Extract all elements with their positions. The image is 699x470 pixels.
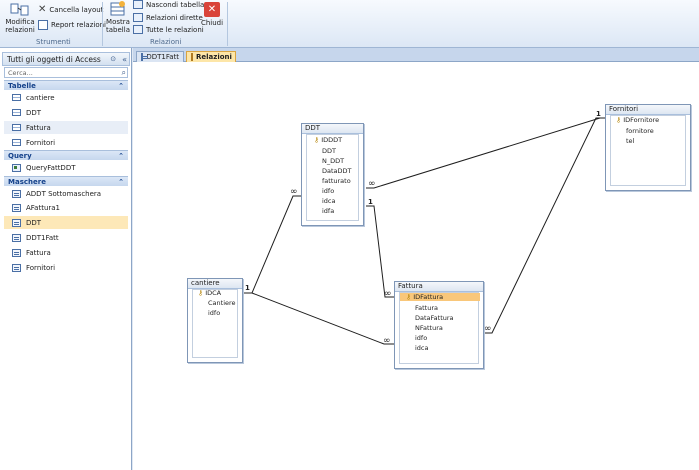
field-ddt[interactable]: DDT: [322, 147, 336, 155]
table-box-ddt[interactable]: DDT ⚷ IDDDT DDT N_DDT DataDDT fatturato …: [301, 123, 364, 226]
rel-line-fornitori-fattura: [484, 117, 605, 334]
rel-many-fattura-cantiere: ∞: [383, 336, 391, 346]
table-title-cantiere[interactable]: cantiere: [188, 279, 242, 289]
table-box-cantiere[interactable]: cantiere ⚷ IDCA Cantiere idfo: [187, 278, 243, 363]
rel-one-ddt: 1: [368, 198, 373, 206]
rel-one-fornitori: 1: [596, 110, 601, 118]
table-title-fattura[interactable]: Fattura: [395, 282, 483, 292]
rel-many-ddt-fornitori: ∞: [368, 179, 376, 189]
primary-key-icon: ⚷: [198, 289, 204, 297]
field-list-fornitori[interactable]: [610, 115, 686, 186]
rel-line-cantiere-fattura: [243, 292, 394, 345]
field-idfo[interactable]: idfo: [415, 334, 427, 342]
field-idfa[interactable]: idfa: [322, 207, 334, 215]
table-box-fattura[interactable]: Fattura ⚷ IDFattura Fattura DataFattura …: [394, 281, 484, 369]
field-tel[interactable]: tel: [626, 137, 634, 145]
field-fattura[interactable]: Fattura: [415, 304, 438, 312]
primary-key-icon: ⚷: [406, 293, 412, 301]
field-nfattura[interactable]: NFattura: [415, 324, 443, 332]
table-title-ddt[interactable]: DDT: [302, 124, 363, 134]
field-idca[interactable]: idca: [322, 197, 336, 205]
field-idfornitore[interactable]: ⚷ IDFornitore: [616, 116, 659, 124]
field-cantiere[interactable]: Cantiere: [208, 299, 236, 307]
field-n-ddt[interactable]: N_DDT: [322, 157, 344, 165]
primary-key-icon: ⚷: [314, 136, 320, 144]
table-box-fornitori[interactable]: Fornitori ⚷ IDFornitore fornitore tel: [605, 104, 691, 191]
field-dataddt[interactable]: DataDDT: [322, 167, 352, 175]
field-datafattura[interactable]: DataFattura: [415, 314, 454, 322]
rel-many-fattura-ddt: ∞: [384, 289, 392, 299]
relationship-lines: [243, 117, 605, 345]
field-idca[interactable]: idca: [415, 344, 429, 352]
rel-line-ddt-fornitori: [366, 117, 605, 189]
field-idfo[interactable]: idfo: [322, 187, 334, 195]
field-iddtt[interactable]: ⚷ IDDDT: [314, 136, 342, 144]
rel-line-ddt-fattura: [366, 205, 394, 298]
rel-line-cantiere-ddt: [243, 195, 301, 294]
field-idfo[interactable]: idfo: [208, 309, 220, 317]
field-fornitore[interactable]: fornitore: [626, 127, 654, 135]
field-fatturato[interactable]: fatturato: [322, 177, 351, 185]
rel-many-ddt-cantiere: ∞: [290, 187, 298, 197]
primary-key-icon: ⚷: [616, 116, 622, 124]
rel-many-fattura-fornitori: ∞: [484, 324, 492, 334]
field-idca[interactable]: ⚷ IDCA: [198, 289, 221, 297]
rel-one-cantiere: 1: [245, 284, 250, 292]
table-title-fornitori[interactable]: Fornitori: [606, 105, 690, 115]
field-idfattura[interactable]: ⚷ IDFattura: [400, 293, 480, 301]
